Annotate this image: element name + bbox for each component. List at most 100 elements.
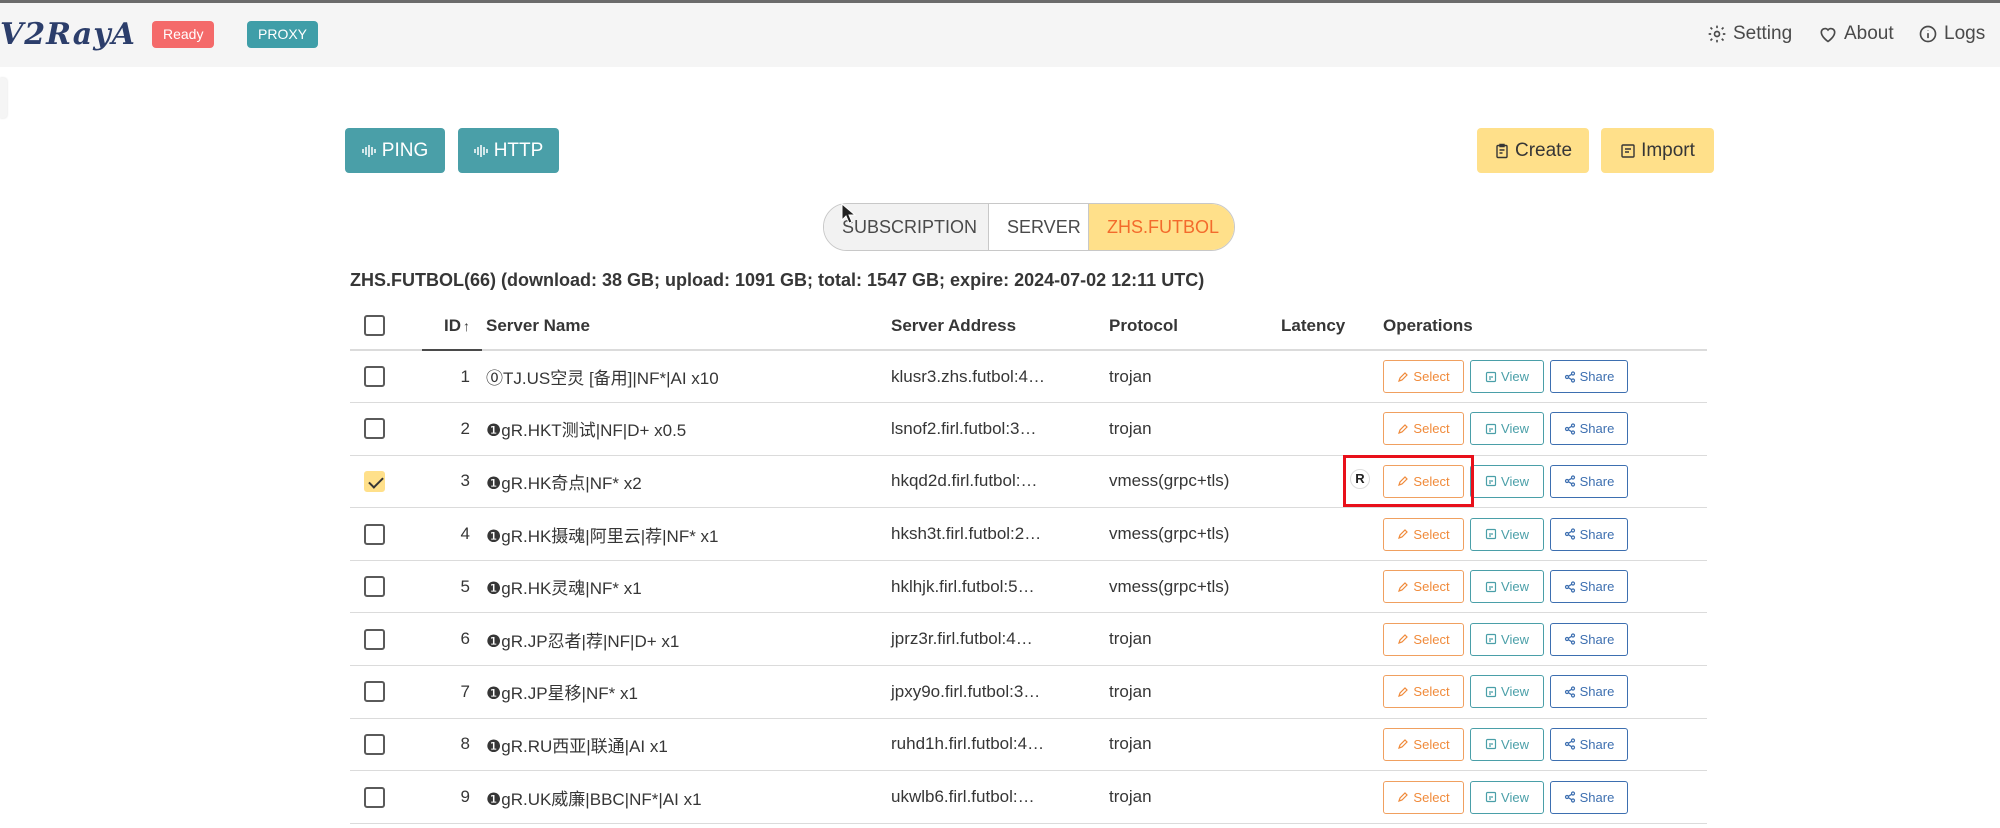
select-button[interactable]: Select bbox=[1383, 780, 1464, 814]
view-button[interactable]: View bbox=[1470, 675, 1544, 709]
view-icon bbox=[1485, 476, 1497, 487]
row-checkbox[interactable] bbox=[364, 628, 385, 650]
ping-button[interactable]: PING bbox=[345, 128, 445, 173]
pencil-icon bbox=[1398, 739, 1409, 750]
view-button-label: View bbox=[1501, 473, 1529, 489]
select-button-label: Select bbox=[1413, 684, 1450, 700]
proxy-mode-badge[interactable]: PROXY bbox=[247, 21, 319, 48]
row-checkbox[interactable] bbox=[364, 786, 385, 808]
row-server-address: hkqd2d.firl.futbol:… bbox=[887, 455, 1105, 509]
tab-server[interactable]: SERVER bbox=[989, 204, 1089, 250]
share-button-label: Share bbox=[1579, 526, 1615, 542]
tab-zhs-futbol[interactable]: ZHS.FUTBOL bbox=[1089, 204, 1234, 250]
row-operations: Select View Share bbox=[1379, 718, 1707, 772]
view-button[interactable]: View bbox=[1470, 464, 1544, 498]
sort-arrow-icon: ↑ bbox=[463, 317, 470, 334]
select-button[interactable]: Select bbox=[1383, 412, 1464, 446]
nav-logs[interactable]: Logs bbox=[1918, 23, 1985, 45]
share-button[interactable]: Share bbox=[1550, 675, 1628, 709]
header-server-address[interactable]: Server Address bbox=[887, 302, 1105, 351]
share-button[interactable]: Share bbox=[1550, 517, 1628, 551]
app-logo[interactable]: V2RayA bbox=[0, 17, 136, 52]
row-protocol: vmess(grpc+tls) bbox=[1105, 560, 1277, 614]
share-button[interactable]: Share bbox=[1550, 412, 1628, 446]
share-button[interactable]: Share bbox=[1550, 780, 1628, 814]
row-checkbox[interactable] bbox=[364, 523, 385, 545]
select-button[interactable]: Select bbox=[1383, 675, 1464, 709]
row-checkbox[interactable] bbox=[364, 418, 385, 440]
row-protocol: trojan bbox=[1105, 402, 1277, 456]
nav-setting[interactable]: Setting bbox=[1707, 23, 1792, 45]
row-id: 4 bbox=[422, 507, 482, 561]
header-latency[interactable]: Latency bbox=[1277, 302, 1379, 351]
share-icon bbox=[1564, 370, 1575, 383]
select-button[interactable]: Select bbox=[1383, 464, 1464, 498]
row-protocol: trojan bbox=[1105, 770, 1277, 824]
sidebar-toggle[interactable] bbox=[0, 78, 7, 118]
row-operations: Select View Share bbox=[1379, 455, 1707, 509]
row-checkbox[interactable] bbox=[364, 681, 385, 703]
share-button-label: Share bbox=[1579, 684, 1615, 700]
row-checkbox[interactable] bbox=[364, 576, 385, 598]
row-operations: Select View Share bbox=[1379, 402, 1707, 456]
table-row: 4 ❶gR.HK摄魂|阿里云|荐|NF* x1 hksh3t.firl.futbol… bbox=[350, 507, 1707, 561]
share-button[interactable]: Share bbox=[1550, 727, 1628, 761]
table-row: 8 ❶gR.RU西亚|联通|AI x1 ruhd1h.firl.futbol:4… t… bbox=[350, 718, 1707, 772]
select-all-checkbox[interactable] bbox=[364, 315, 385, 336]
row-protocol: vmess(grpc+tls) bbox=[1105, 507, 1277, 561]
select-button[interactable]: Select bbox=[1383, 360, 1464, 394]
header-server-name[interactable]: Server Name bbox=[482, 302, 887, 351]
select-button[interactable]: Select bbox=[1383, 622, 1464, 656]
row-protocol: trojan bbox=[1105, 718, 1277, 772]
share-button[interactable]: Share bbox=[1550, 360, 1628, 394]
create-button[interactable]: Create bbox=[1477, 128, 1589, 173]
row-checkbox[interactable] bbox=[364, 470, 385, 492]
row-checkbox[interactable] bbox=[364, 366, 385, 388]
import-icon bbox=[1621, 143, 1635, 158]
share-button[interactable]: Share bbox=[1550, 570, 1628, 604]
select-button[interactable]: Select bbox=[1383, 570, 1464, 604]
pencil-icon bbox=[1398, 581, 1409, 592]
select-button-label: Select bbox=[1413, 789, 1450, 805]
view-icon bbox=[1485, 528, 1497, 540]
view-button[interactable]: View bbox=[1470, 622, 1544, 656]
view-button[interactable]: View bbox=[1470, 517, 1544, 551]
view-icon bbox=[1485, 686, 1497, 697]
share-icon bbox=[1564, 686, 1575, 698]
share-button[interactable]: Share bbox=[1550, 464, 1628, 498]
header-id[interactable]: ID ↑ bbox=[422, 302, 482, 351]
row-checkbox-cell bbox=[350, 770, 422, 824]
pencil-icon bbox=[1398, 371, 1409, 382]
view-icon bbox=[1485, 791, 1497, 803]
row-checkbox-cell bbox=[350, 402, 422, 456]
select-button[interactable]: Select bbox=[1383, 727, 1464, 761]
view-button[interactable]: View bbox=[1470, 780, 1544, 814]
wave-icon bbox=[362, 144, 376, 157]
row-server-address: ruhd1h.firl.futbol:4… bbox=[887, 718, 1105, 772]
row-operations: Select View Share bbox=[1379, 665, 1707, 719]
row-server-address: lsnof2.firl.futbol:3… bbox=[887, 402, 1105, 456]
header-protocol[interactable]: Protocol bbox=[1105, 302, 1277, 351]
pencil-icon bbox=[1398, 792, 1409, 802]
view-icon bbox=[1485, 581, 1497, 592]
view-icon bbox=[1485, 423, 1497, 434]
view-button[interactable]: View bbox=[1470, 412, 1544, 446]
http-button[interactable]: HTTP bbox=[458, 128, 559, 173]
select-button[interactable]: Select bbox=[1383, 517, 1464, 551]
nav-about[interactable]: About bbox=[1818, 23, 1894, 45]
select-button-label: Select bbox=[1413, 369, 1450, 385]
share-button[interactable]: Share bbox=[1550, 622, 1628, 656]
row-server-address: jprz3r.firl.futbol:4… bbox=[887, 612, 1105, 667]
pencil-icon bbox=[1398, 424, 1409, 434]
row-operations: Select View Share bbox=[1379, 560, 1707, 614]
view-button-label: View bbox=[1501, 579, 1529, 595]
select-button-label: Select bbox=[1413, 526, 1450, 542]
import-button[interactable]: Import bbox=[1601, 128, 1714, 173]
view-button[interactable]: View bbox=[1470, 570, 1544, 604]
view-button[interactable]: View bbox=[1470, 360, 1544, 394]
view-button[interactable]: View bbox=[1470, 727, 1544, 761]
row-server-name: ❶gR.JP忍者|荐|NF|D+ x1 bbox=[482, 612, 887, 667]
view-icon bbox=[1485, 739, 1497, 750]
ping-button-label: PING bbox=[381, 139, 429, 161]
row-checkbox[interactable] bbox=[364, 733, 385, 755]
